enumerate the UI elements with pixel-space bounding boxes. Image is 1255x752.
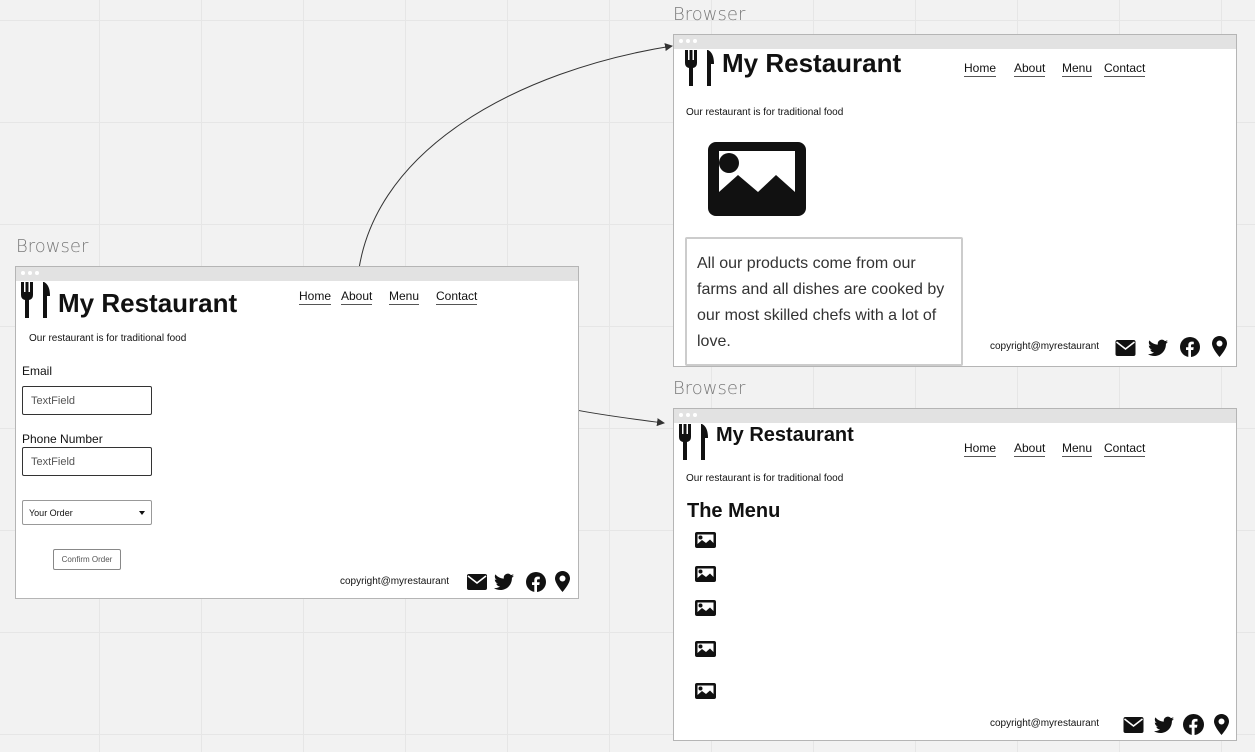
facebook-icon[interactable] — [1183, 714, 1204, 735]
nav-contact[interactable]: Contact — [1104, 441, 1146, 457]
nav-menu[interactable]: Menu — [1062, 441, 1093, 457]
nav-about[interactable]: About — [1014, 441, 1046, 457]
copyright-text: copyright@myrestaurant — [990, 341, 1100, 352]
browser-label: Browser — [673, 378, 746, 399]
browser-titlebar — [674, 409, 1236, 423]
site-tagline: Our restaurant is for traditional food — [686, 107, 844, 118]
menu-item-image-icon — [695, 683, 716, 699]
image-icon — [708, 142, 806, 216]
arrow-about-to-about-page — [356, 43, 673, 288]
site-title: My Restaurant — [722, 48, 902, 78]
envelope-icon[interactable] — [1123, 717, 1144, 733]
about-description: All our products come from our farms and… — [685, 237, 963, 366]
fork-knife-icon — [21, 282, 50, 318]
menu-item-image-icon — [695, 532, 716, 548]
browser-label: Browser — [16, 236, 89, 257]
twitter-icon[interactable] — [494, 573, 514, 591]
map-pin-icon[interactable] — [1212, 336, 1227, 357]
browser-window-contact: My Restaurant Home About Menu Contact Ou… — [15, 266, 579, 599]
order-select-value: Your Order — [29, 507, 73, 518]
nav-contact[interactable]: Contact — [1104, 61, 1146, 77]
browser-window-menu: My Restaurant Home About Menu Contact Ou… — [673, 408, 1237, 741]
site-tagline: Our restaurant is for traditional food — [686, 473, 844, 484]
envelope-icon[interactable] — [1115, 340, 1136, 356]
order-select[interactable]: Your Order — [22, 500, 152, 525]
facebook-icon[interactable] — [1180, 337, 1200, 357]
menu-item-image-icon — [695, 566, 716, 582]
phone-label: Phone Number — [22, 432, 103, 446]
nav-about[interactable]: About — [341, 289, 373, 305]
site-title: My Restaurant — [716, 424, 854, 446]
copyright-text: copyright@myrestaurant — [340, 576, 450, 587]
nav-home[interactable]: Home — [299, 289, 332, 305]
menu-item-image-icon — [695, 600, 716, 616]
browser-window-about: My Restaurant Home About Menu Contact Ou… — [673, 34, 1237, 367]
nav-menu[interactable]: Menu — [1062, 61, 1093, 77]
nav-about[interactable]: About — [1014, 61, 1046, 77]
menu-heading: The Menu — [687, 500, 781, 522]
browser-titlebar — [674, 35, 1236, 49]
fork-knife-icon — [679, 424, 708, 460]
nav-contact[interactable]: Contact — [436, 289, 478, 305]
nav-home[interactable]: Home — [964, 441, 997, 457]
menu-item-image-icon — [695, 641, 716, 657]
nav-home[interactable]: Home — [964, 61, 997, 77]
map-pin-icon[interactable] — [555, 571, 570, 592]
twitter-icon[interactable] — [1154, 716, 1174, 734]
envelope-icon[interactable] — [467, 574, 487, 590]
twitter-icon[interactable] — [1148, 339, 1168, 357]
email-label: Email — [22, 364, 53, 378]
confirm-order-button[interactable]: Confirm Order — [53, 549, 121, 570]
browser-titlebar — [16, 267, 578, 281]
nav-menu[interactable]: Menu — [389, 289, 420, 305]
site-tagline: Our restaurant is for traditional food — [29, 333, 187, 344]
copyright-text: copyright@myrestaurant — [990, 718, 1100, 729]
facebook-icon[interactable] — [526, 572, 546, 592]
fork-knife-icon — [685, 50, 714, 86]
browser-label: Browser — [673, 4, 746, 25]
site-title: My Restaurant — [58, 288, 238, 318]
email-field[interactable]: TextField — [22, 386, 152, 415]
caret-down-icon — [139, 511, 145, 515]
map-pin-icon[interactable] — [1214, 714, 1229, 735]
phone-field[interactable]: TextField — [22, 447, 152, 476]
